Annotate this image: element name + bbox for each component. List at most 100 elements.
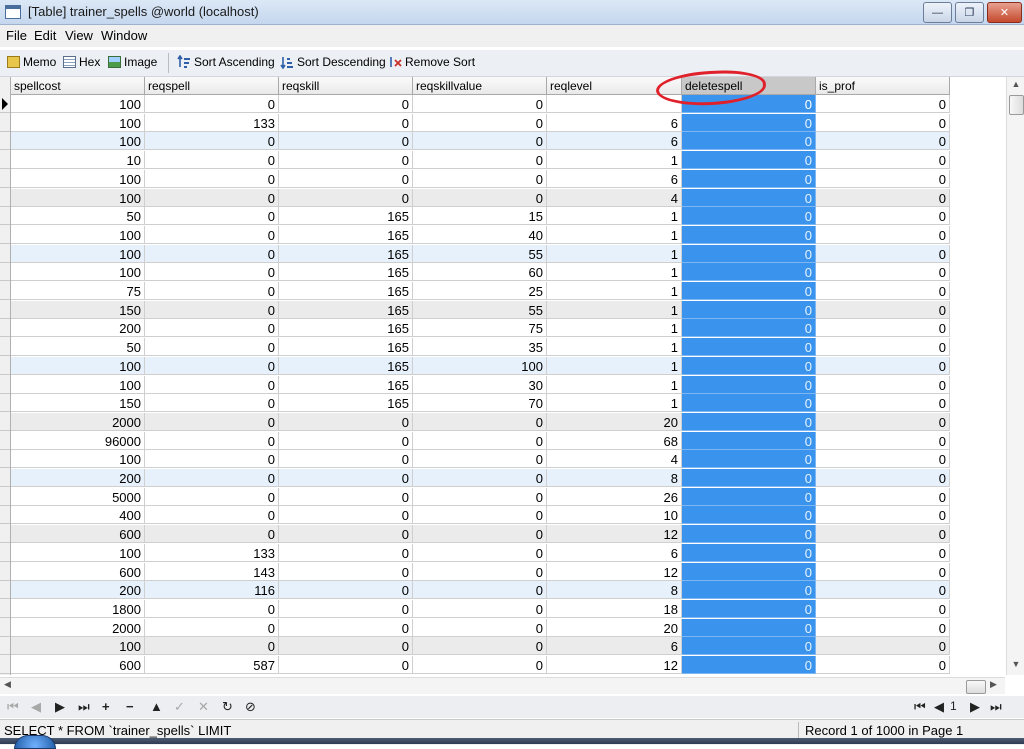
cell-deletespell[interactable]: 0 — [682, 506, 816, 525]
cell-reqskillvalue[interactable]: 0 — [413, 188, 547, 207]
nav-post-icon[interactable]: ✓ — [174, 699, 185, 715]
sort-descending-button[interactable]: Sort Descending — [280, 55, 386, 69]
cell-reqspell[interactable]: 0 — [145, 244, 279, 263]
cell-reqskillvalue[interactable]: 0 — [413, 525, 547, 544]
cell-reqlevel[interactable]: 1 — [547, 225, 682, 244]
cell-is-prof[interactable]: 0 — [816, 188, 950, 207]
cell-is-prof[interactable]: 0 — [816, 338, 950, 357]
cell-spellcost[interactable]: 100 — [11, 95, 145, 113]
row-indicator[interactable] — [0, 132, 10, 151]
cell-spellcost[interactable]: 150 — [11, 394, 145, 413]
cell-reqlevel[interactable]: 20 — [547, 412, 682, 431]
table-row[interactable]: 75 0 165 25 1 0 0 — [11, 282, 950, 300]
cell-reqskill[interactable]: 0 — [279, 562, 413, 581]
cell-reqlevel[interactable]: 68 — [547, 431, 682, 450]
row-indicator[interactable] — [0, 263, 10, 282]
row-indicator[interactable] — [0, 189, 10, 207]
cell-deletespell[interactable]: 0 — [682, 244, 816, 263]
table-row[interactable]: 100 0 0 0 6 0 0 — [11, 132, 950, 151]
cell-deletespell[interactable]: 0 — [682, 469, 816, 487]
column-header-deletespell[interactable]: deletespell — [682, 77, 816, 95]
cell-deletespell[interactable]: 0 — [682, 356, 816, 375]
table-row[interactable]: 50 0 165 35 1 0 0 — [11, 338, 950, 357]
table-row[interactable]: 100 0 0 0 4 0 0 — [11, 450, 950, 469]
cell-is-prof[interactable]: 0 — [816, 300, 950, 319]
cell-reqspell[interactable]: 0 — [145, 618, 279, 637]
table-row[interactable]: 2000 0 0 0 20 0 0 — [11, 412, 950, 431]
cell-spellcost[interactable]: 600 — [11, 562, 145, 581]
row-indicator[interactable] — [0, 282, 10, 300]
cell-reqskillvalue[interactable]: 0 — [413, 581, 547, 600]
cell-deletespell[interactable]: 0 — [682, 525, 816, 544]
cell-reqskill[interactable]: 165 — [279, 319, 413, 338]
row-indicator[interactable] — [0, 656, 10, 674]
cell-reqspell[interactable]: 0 — [145, 487, 279, 506]
cell-is-prof[interactable]: 0 — [816, 412, 950, 431]
row-indicator[interactable] — [0, 394, 10, 413]
table-row[interactable]: 200 0 165 75 1 0 0 — [11, 319, 950, 338]
menu-edit[interactable]: Edit — [34, 28, 56, 43]
page-first-icon[interactable]: ⏮ — [914, 699, 926, 715]
table-row[interactable]: 600 0 0 0 12 0 0 — [11, 525, 950, 544]
cell-is-prof[interactable]: 0 — [816, 169, 950, 188]
cell-reqskill[interactable]: 0 — [279, 581, 413, 600]
cell-spellcost[interactable]: 100 — [11, 356, 145, 375]
table-row[interactable]: 100 0 0 0 4 0 0 — [11, 188, 950, 207]
cell-is-prof[interactable]: 0 — [816, 562, 950, 581]
horizontal-scroll-thumb[interactable] — [966, 680, 986, 694]
cell-reqskill[interactable]: 165 — [279, 207, 413, 226]
cell-deletespell[interactable]: 0 — [682, 581, 816, 600]
cell-is-prof[interactable]: 0 — [816, 319, 950, 338]
cell-deletespell[interactable]: 0 — [682, 188, 816, 207]
cell-deletespell[interactable]: 0 — [682, 394, 816, 413]
cell-reqspell[interactable]: 116 — [145, 581, 279, 600]
cell-spellcost[interactable]: 100 — [11, 188, 145, 207]
cell-spellcost[interactable]: 100 — [11, 225, 145, 244]
cell-is-prof[interactable]: 0 — [816, 637, 950, 656]
cell-is-prof[interactable]: 0 — [816, 469, 950, 487]
cell-deletespell[interactable]: 0 — [682, 599, 816, 618]
table-row[interactable]: 96000 0 0 0 68 0 0 — [11, 431, 950, 450]
cell-reqlevel[interactable] — [547, 95, 682, 113]
vertical-scrollbar[interactable]: ▲ ▼ — [1006, 77, 1024, 675]
table-row[interactable]: 100 0 165 100 1 0 0 — [11, 356, 950, 375]
cell-spellcost[interactable]: 75 — [11, 282, 145, 300]
cell-reqlevel[interactable]: 6 — [547, 543, 682, 562]
cell-deletespell[interactable]: 0 — [682, 207, 816, 226]
cell-spellcost[interactable]: 50 — [11, 338, 145, 357]
cell-deletespell[interactable]: 0 — [682, 543, 816, 562]
cell-deletespell[interactable]: 0 — [682, 263, 816, 282]
cell-reqskillvalue[interactable]: 15 — [413, 207, 547, 226]
cell-reqskill[interactable]: 0 — [279, 599, 413, 618]
cell-reqlevel[interactable]: 6 — [547, 637, 682, 656]
cell-deletespell[interactable]: 0 — [682, 375, 816, 394]
cell-reqskill[interactable]: 0 — [279, 431, 413, 450]
table-row[interactable]: 100 0 0 0 0 0 — [11, 95, 950, 113]
row-indicator[interactable] — [0, 170, 10, 188]
menu-window[interactable]: Window — [101, 28, 147, 43]
cell-reqskill[interactable]: 165 — [279, 225, 413, 244]
table-row[interactable]: 100 0 0 0 6 0 0 — [11, 169, 950, 188]
row-indicator[interactable] — [0, 525, 10, 544]
row-indicator[interactable] — [0, 226, 10, 244]
nav-first-icon[interactable]: ⏮ — [7, 699, 19, 715]
cell-reqskill[interactable]: 0 — [279, 188, 413, 207]
cell-reqskill[interactable]: 0 — [279, 113, 413, 132]
cell-reqspell[interactable]: 0 — [145, 207, 279, 226]
cell-deletespell[interactable]: 0 — [682, 338, 816, 357]
cell-reqskill[interactable]: 0 — [279, 169, 413, 188]
minimize-button[interactable]: — — [923, 2, 952, 23]
row-indicator[interactable] — [0, 637, 10, 656]
cell-reqlevel[interactable]: 1 — [547, 338, 682, 357]
cell-reqskill[interactable]: 0 — [279, 506, 413, 525]
cell-reqskill[interactable]: 165 — [279, 282, 413, 300]
cell-reqskillvalue[interactable]: 0 — [413, 599, 547, 618]
cell-reqskillvalue[interactable]: 60 — [413, 263, 547, 282]
cell-reqspell[interactable]: 143 — [145, 562, 279, 581]
cell-reqskillvalue[interactable]: 0 — [413, 562, 547, 581]
nav-insert-icon[interactable]: + — [102, 699, 110, 714]
row-indicator[interactable] — [0, 563, 10, 581]
cell-reqlevel[interactable]: 10 — [547, 506, 682, 525]
row-indicator[interactable] — [0, 301, 10, 319]
cell-reqskillvalue[interactable]: 0 — [413, 95, 547, 113]
